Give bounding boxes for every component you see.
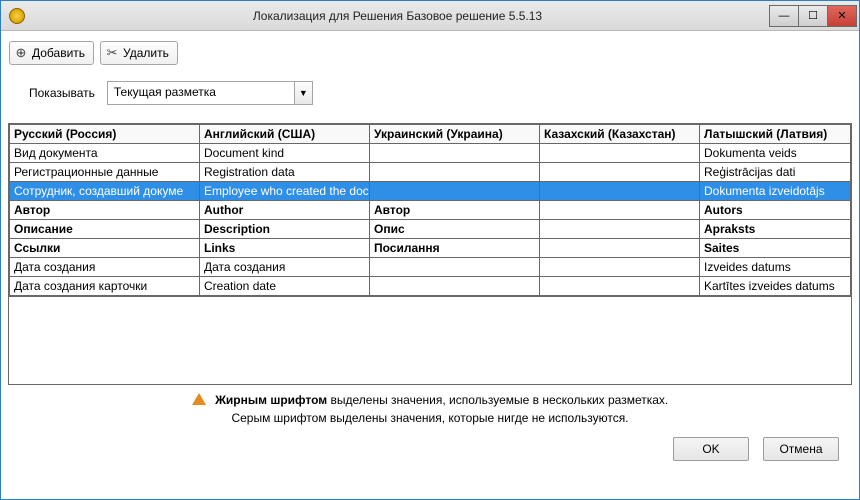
table-cell[interactable] [540, 277, 700, 296]
delete-icon: ✂ [105, 46, 119, 60]
table-cell[interactable]: Document kind [200, 144, 370, 163]
table-cell[interactable]: Регистрационные данные [10, 163, 200, 182]
filter-combo[interactable]: Текущая разметка ▼ [107, 81, 313, 105]
window-title: Локализация для Решения Базовое решение … [25, 9, 770, 23]
table-row[interactable]: ОписаниеDescriptionОпис Apraksts [10, 220, 851, 239]
table-row[interactable]: Регистрационные данныеRegistration data R… [10, 163, 851, 182]
table-row[interactable]: Сотрудник, создавший докумеEmployee who … [10, 182, 851, 201]
col-header-kazakh[interactable]: Казахский (Казахстан) [540, 125, 700, 144]
table-cell[interactable]: Опис [370, 220, 540, 239]
table-cell[interactable]: Дата создания [200, 258, 370, 277]
table-cell[interactable]: Dokumenta veids [700, 144, 851, 163]
grid-empty-area [9, 296, 851, 384]
table-cell[interactable]: Links [200, 239, 370, 258]
table-cell[interactable] [370, 258, 540, 277]
app-icon [9, 8, 25, 24]
table-cell[interactable]: Дата создания карточки [10, 277, 200, 296]
table-cell[interactable] [370, 277, 540, 296]
chevron-down-icon[interactable]: ▼ [294, 82, 312, 104]
delete-button[interactable]: ✂ Удалить [100, 41, 178, 65]
table-cell[interactable]: Дата создания [10, 258, 200, 277]
maximize-button[interactable]: ☐ [798, 5, 828, 27]
table-cell[interactable]: Автор [370, 201, 540, 220]
col-header-ukrainian[interactable]: Украинский (Украина) [370, 125, 540, 144]
table-cell[interactable] [540, 220, 700, 239]
table-cell[interactable] [540, 239, 700, 258]
table-row[interactable]: АвторAuthorАвтор Autors [10, 201, 851, 220]
warning-icon [192, 393, 206, 405]
delete-button-label: Удалить [123, 46, 169, 60]
table-cell[interactable]: Reģistrācijas dati [700, 163, 851, 182]
table-row[interactable]: СсылкиLinksПосилання Saites [10, 239, 851, 258]
info-line2: Серым шрифтом выделены значения, которые… [1, 409, 859, 427]
table-cell[interactable] [540, 201, 700, 220]
dialog-footer: OK Отмена [1, 427, 859, 473]
table-cell[interactable]: Kartītes izveides datums [700, 277, 851, 296]
table-cell[interactable]: Description [200, 220, 370, 239]
filter-label: Показывать [29, 86, 95, 100]
add-button[interactable]: ⊕ Добавить [9, 41, 94, 65]
table-cell[interactable]: Izveides datums [700, 258, 851, 277]
plus-icon: ⊕ [14, 46, 28, 60]
table-cell[interactable]: Employee who created the doc [200, 182, 370, 201]
col-header-english[interactable]: Английский (США) [200, 125, 370, 144]
info-line1-rest: выделены значения, используемые в нескол… [327, 393, 668, 407]
ok-button[interactable]: OK [673, 437, 749, 461]
table-cell[interactable]: Author [200, 201, 370, 220]
table-cell[interactable]: Вид документа [10, 144, 200, 163]
table-header-row: Русский (Россия) Английский (США) Украин… [10, 125, 851, 144]
table-cell[interactable]: Сотрудник, создавший докуме [10, 182, 200, 201]
table-row[interactable]: Дата созданияДата создания Izveides datum… [10, 258, 851, 277]
minimize-button[interactable]: — [769, 5, 799, 27]
table-cell[interactable]: Autors [700, 201, 851, 220]
table-cell[interactable]: Registration data [200, 163, 370, 182]
titlebar: Локализация для Решения Базовое решение … [1, 1, 859, 31]
toolbar: ⊕ Добавить ✂ Удалить [1, 31, 859, 71]
info-area: Жирным шрифтом выделены значения, исполь… [1, 391, 859, 427]
table-cell[interactable]: Ссылки [10, 239, 200, 258]
table-cell[interactable] [370, 182, 540, 201]
filter-combo-text: Текущая разметка [108, 82, 294, 104]
table-cell[interactable]: Creation date [200, 277, 370, 296]
table-cell[interactable]: Saites [700, 239, 851, 258]
table-cell[interactable] [540, 182, 700, 201]
info-line1-bold: Жирным шрифтом [215, 393, 327, 407]
table-row[interactable]: Вид документаDocument kind Dokumenta veid… [10, 144, 851, 163]
table-cell[interactable]: Посилання [370, 239, 540, 258]
col-header-russian[interactable]: Русский (Россия) [10, 125, 200, 144]
table-cell[interactable]: Описание [10, 220, 200, 239]
filter-row: Показывать Текущая разметка ▼ [1, 71, 859, 123]
window-buttons: — ☐ ✕ [770, 5, 857, 27]
table-cell[interactable] [370, 144, 540, 163]
maximize-icon: ☐ [808, 9, 818, 22]
localization-grid[interactable]: Русский (Россия) Английский (США) Украин… [8, 123, 852, 385]
table-row[interactable]: Дата создания карточкиCreation date Kartī… [10, 277, 851, 296]
cancel-button[interactable]: Отмена [763, 437, 839, 461]
table-cell[interactable]: Apraksts [700, 220, 851, 239]
table-cell[interactable]: Автор [10, 201, 200, 220]
table-cell[interactable] [540, 163, 700, 182]
table-cell[interactable] [540, 258, 700, 277]
table-cell[interactable] [540, 144, 700, 163]
add-button-label: Добавить [32, 46, 85, 60]
col-header-latvian[interactable]: Латышский (Латвия) [700, 125, 851, 144]
table-cell[interactable] [370, 163, 540, 182]
table-cell[interactable]: Dokumenta izveidotājs [700, 182, 851, 201]
minimize-icon: — [779, 10, 790, 22]
close-icon: ✕ [837, 9, 846, 22]
close-button[interactable]: ✕ [827, 5, 857, 27]
